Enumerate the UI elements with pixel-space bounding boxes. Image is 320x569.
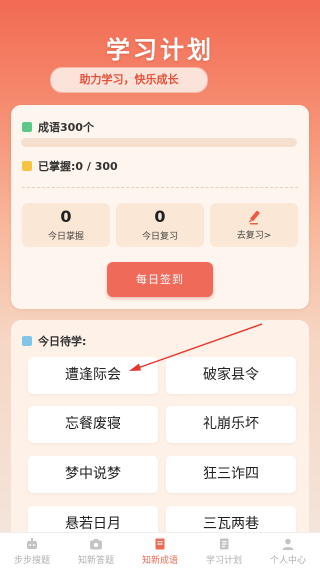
stat-today-mastered-label: 今日掌握 (47, 232, 84, 242)
tab-idioms[interactable]: 知新成语 (128, 533, 192, 569)
today-todo-header: 今日待学: (22, 333, 86, 349)
daily-checkin-button[interactable]: 每日签到 (107, 262, 213, 297)
tab-search[interactable]: 步步搜题 (0, 533, 64, 569)
tab-search-label: 步步搜题 (13, 556, 50, 566)
tab-idioms-label: 知新成语 (141, 556, 178, 566)
pencil-icon (210, 209, 298, 225)
tab-profile[interactable]: 个人中心 (256, 533, 320, 569)
tab-answer-label: 知新答题 (77, 556, 114, 566)
tab-study-plan-label: 学习计划 (205, 556, 242, 566)
robot-icon (27, 538, 37, 549)
total-idioms-label: 成语300个 (38, 121, 94, 134)
mastery-progress-bar (21, 138, 297, 147)
idiom-card[interactable]: 破家县令 (166, 357, 296, 394)
stat-today-reviewed-label: 今日复习 (141, 232, 178, 242)
mastered-label: 已掌握:0 / 300 (38, 160, 118, 173)
hero-title: 学习计划 (106, 36, 214, 64)
tab-answer[interactable]: 知新答题 (64, 533, 128, 569)
stat-today-reviewed: 0 今日复习 (116, 203, 204, 247)
today-todo-title: 今日待学: (38, 335, 87, 348)
tab-profile-label: 个人中心 (269, 556, 306, 566)
stat-today-mastered-value: 0 (60, 207, 72, 226)
bottom-tab-bar: 步步搜题 知新答题 知新成语 学习计划 个人中心 (0, 532, 320, 569)
notebook-icon (220, 538, 229, 550)
idiom-card[interactable]: 狂三诈四 (166, 456, 296, 493)
stat-today-mastered: 0 今日掌握 (22, 203, 110, 247)
mastered-row: 已掌握:0 / 300 (22, 158, 118, 174)
idiom-card[interactable]: 遭逢际会 (28, 357, 158, 394)
dashed-divider (22, 187, 298, 188)
blue-marker-icon (22, 336, 32, 346)
book-icon (155, 538, 165, 550)
yellow-marker-icon (22, 161, 32, 171)
green-marker-icon (22, 122, 32, 132)
total-idioms-row: 成语300个 (22, 119, 94, 135)
subtitle-badge: 助力学习，快乐成长 (50, 67, 208, 93)
tab-study-plan[interactable]: 学习计划 (192, 533, 256, 569)
idiom-card[interactable]: 忘餐废寝 (28, 406, 158, 443)
go-review-button[interactable]: 去复习> (210, 203, 298, 247)
go-review-label: 去复习> (236, 231, 272, 241)
idiom-card[interactable]: 礼崩乐坏 (166, 406, 296, 443)
camera-icon (90, 539, 102, 550)
stat-today-reviewed-value: 0 (154, 207, 166, 226)
person-icon (282, 538, 294, 550)
idiom-card[interactable]: 梦中说梦 (28, 456, 158, 493)
